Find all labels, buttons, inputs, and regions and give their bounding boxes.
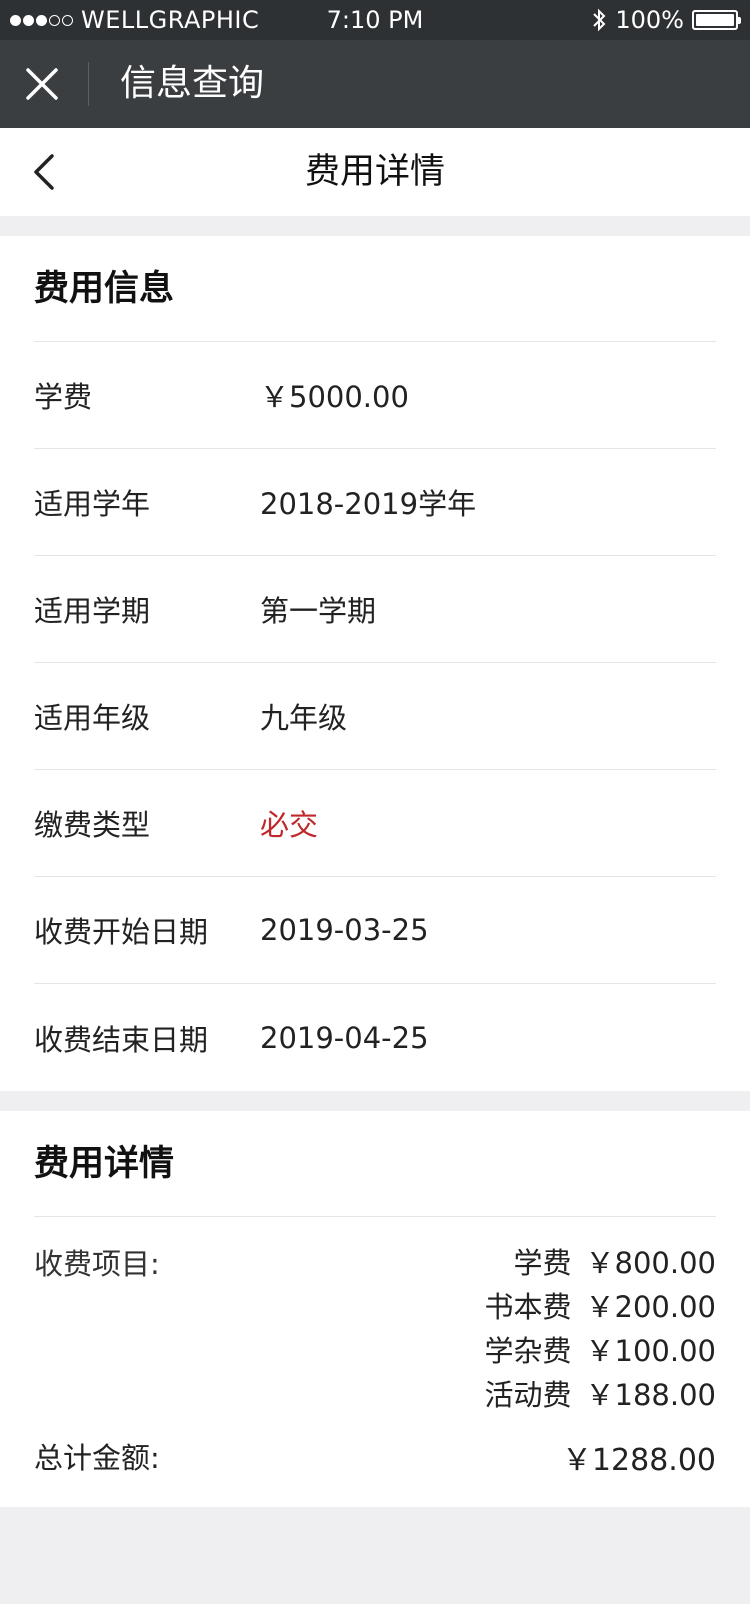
fee-items-block: 收费项目: 学费 ￥800.00 书本费 ￥200.00 学杂费 ￥100.00 活动… (34, 1217, 716, 1417)
total-label: 总计金额: (34, 1441, 160, 1475)
list-item: 书本费 ￥200.00 (485, 1285, 717, 1329)
info-label: 收费结束日期 (34, 1022, 209, 1057)
battery-percent: 100% (615, 6, 684, 34)
info-row-tuition: 学费 ￥5000.00 (34, 342, 716, 449)
info-value: 2019-04-25 (260, 1020, 429, 1055)
info-label: 适用学年 (34, 487, 151, 521)
app-title: 信息查询 (120, 63, 265, 104)
info-label: 收费开始日期 (34, 915, 209, 949)
list-item: 学杂费 ￥100.00 (485, 1329, 717, 1373)
fee-item-amount: ￥100.00 (585, 1334, 716, 1368)
fee-item-name: 活动费 (484, 1378, 572, 1412)
info-row-grade: 适用年级 九年级 (34, 663, 716, 770)
nav-bar: 费用详情 (0, 128, 750, 216)
info-value: 九年级 (260, 701, 348, 735)
section-gap (0, 216, 750, 236)
fee-item-amount: ￥200.00 (585, 1290, 716, 1324)
info-row-semester: 适用学期 第一学期 (34, 556, 716, 663)
fee-item-name: 书本费 (484, 1290, 572, 1324)
bluetooth-icon (593, 8, 606, 32)
info-value: 2018-2019学年 (260, 487, 477, 521)
fee-details-title: 费用详情 (34, 1111, 716, 1217)
fee-item-amount: ￥800.00 (585, 1246, 716, 1280)
info-value: 第一学期 (260, 594, 377, 628)
info-label: 适用学期 (34, 594, 151, 628)
total-amount: ￥1288.00 (561, 1443, 716, 1478)
fee-item-name: 学杂费 (484, 1334, 572, 1368)
info-row-payment-type: 缴费类型 必交 (34, 770, 716, 877)
fee-item-name: 学费 (513, 1246, 572, 1280)
info-row-school-year: 适用学年 2018-2019学年 (34, 449, 716, 556)
fee-details-card: 费用详情 收费项目: 学费 ￥800.00 书本费 ￥200.00 学杂费 ￥100.… (0, 1111, 750, 1507)
info-value: 2019-03-25 (260, 913, 429, 947)
list-item: 学费 ￥800.00 (485, 1241, 717, 1285)
list-item: 活动费 ￥188.00 (485, 1373, 717, 1417)
header-divider (88, 62, 89, 106)
payment-type-badge: 必交 (260, 808, 319, 842)
info-label: 缴费类型 (34, 808, 151, 842)
fee-info-title: 费用信息 (34, 236, 716, 342)
info-label: 学费 (34, 380, 93, 414)
total-row: 总计金额: ￥1288.00 (34, 1417, 716, 1507)
fee-info-card: 费用信息 学费 ￥5000.00 适用学年 2018-2019学年 适用学期 第… (0, 236, 750, 1091)
status-bar: WELLGRAPHIC 7:10 PM 100% (0, 0, 750, 40)
section-gap (0, 1091, 750, 1111)
info-label: 适用年级 (34, 701, 151, 735)
fee-items-list: 学费 ￥800.00 书本费 ￥200.00 学杂费 ￥100.00 活动费 ￥188.… (485, 1241, 717, 1417)
fee-item-amount: ￥188.00 (585, 1378, 716, 1412)
close-icon[interactable] (22, 64, 62, 104)
battery-icon (692, 10, 741, 30)
page-title: 费用详情 (304, 152, 445, 192)
app-header: 信息查询 (0, 40, 750, 128)
fee-items-label: 收费项目: (34, 1247, 160, 1281)
info-row-start-date: 收费开始日期 2019-03-25 (34, 877, 716, 984)
info-row-end-date: 收费结束日期 2019-04-25 (34, 984, 716, 1091)
status-bar-right: 100% (591, 0, 741, 40)
info-value: ￥5000.00 (260, 380, 409, 414)
